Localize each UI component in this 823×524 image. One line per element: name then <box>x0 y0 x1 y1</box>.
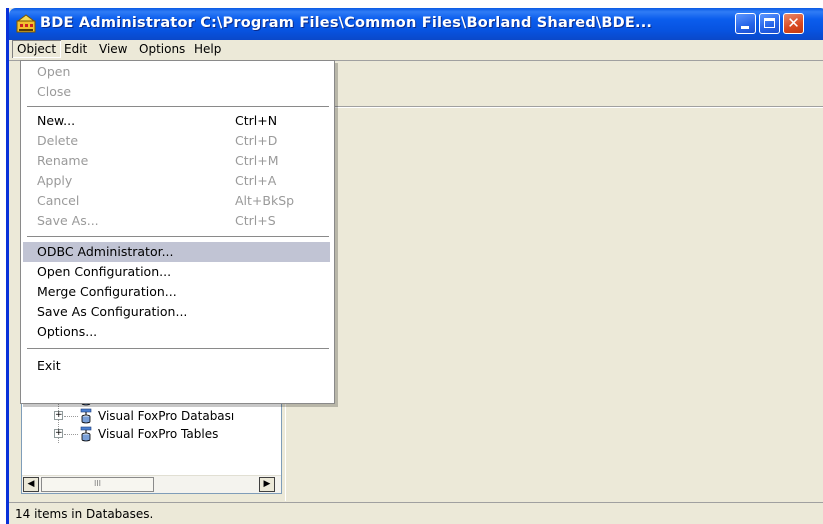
window-title: BDE Administrator C:\Program Files\Commo… <box>40 15 653 31</box>
database-alias-icon <box>80 426 92 442</box>
menu-item-label: Close <box>37 84 72 99</box>
menu-item-odbc-administrator[interactable]: ODBC Administrator... <box>23 242 330 262</box>
definition-panel <box>285 121 823 501</box>
menu-item-shortcut: Ctrl+S <box>235 213 276 228</box>
tree-item-visual-foxpro-database[interactable]: + Visual FoxPro Databası <box>22 407 281 425</box>
menu-item-apply[interactable]: Apply Ctrl+A <box>23 171 330 191</box>
bde-app-icon <box>16 14 36 33</box>
menu-item-label: Open <box>37 64 71 79</box>
menu-item-label: Delete <box>37 133 79 148</box>
menu-item-label: Save As... <box>37 213 99 228</box>
menu-item-exit[interactable]: Exit <box>23 356 330 376</box>
maximize-button[interactable] <box>759 13 780 34</box>
menu-item-close[interactable]: Close <box>23 82 330 102</box>
menu-item-shortcut: Ctrl+N <box>235 113 278 128</box>
menu-item-label: ODBC Administrator... <box>37 244 174 259</box>
status-text: 14 items in Databases. <box>15 507 154 521</box>
menu-item-merge-configuration[interactable]: Merge Configuration... <box>23 282 330 302</box>
menu-separator <box>27 348 329 349</box>
close-icon: ✕ <box>787 14 800 32</box>
menu-item-shortcut: Ctrl+D <box>235 133 278 148</box>
menu-help[interactable]: Help <box>189 40 226 58</box>
database-alias-icon <box>80 408 92 424</box>
close-button[interactable]: ✕ <box>783 13 804 34</box>
horizontal-scrollbar[interactable]: ◀ III ▶ <box>22 475 281 493</box>
object-menu-dropdown: Open Close New... Ctrl+N Delete Ctrl+D R… <box>20 60 335 404</box>
menu-item-shortcut: Alt+BkSp <box>235 193 295 208</box>
bde-administrator-window: BDE Administrator C:\Program Files\Commo… <box>6 8 823 524</box>
menu-separator <box>27 106 329 107</box>
tree-item-visual-foxpro-tables[interactable]: + Visual FoxPro Tables <box>22 425 281 443</box>
menu-item-label: Open Configuration... <box>37 264 172 279</box>
menu-item-cancel[interactable]: Cancel Alt+BkSp <box>23 191 330 211</box>
minimize-button[interactable] <box>735 13 756 34</box>
menu-item-shortcut: Ctrl+A <box>235 173 277 188</box>
scroll-right-button[interactable]: ▶ <box>259 477 275 492</box>
menu-item-new[interactable]: New... Ctrl+N <box>23 111 330 131</box>
menu-item-label: New... <box>37 113 76 128</box>
menu-item-delete[interactable]: Delete Ctrl+D <box>23 131 330 151</box>
tree-connector <box>64 434 78 435</box>
menu-options[interactable]: Options <box>134 40 190 58</box>
status-bar: 14 items in Databases. <box>9 502 823 524</box>
tree-item-label: Visual FoxPro Databası <box>98 409 235 423</box>
menu-item-label: Rename <box>37 153 89 168</box>
menu-item-rename[interactable]: Rename Ctrl+M <box>23 151 330 171</box>
menu-object[interactable]: Object <box>12 40 62 58</box>
menu-item-label: Cancel <box>37 193 80 208</box>
menu-item-save-as[interactable]: Save As... Ctrl+S <box>23 211 330 231</box>
scroll-left-button[interactable]: ◀ <box>23 477 39 492</box>
menu-item-label: Merge Configuration... <box>37 284 177 299</box>
menu-separator <box>27 236 329 237</box>
expand-plus-icon[interactable]: + <box>54 411 63 420</box>
tree-item-label: Visual FoxPro Tables <box>98 427 219 441</box>
menu-item-shortcut: Ctrl+M <box>235 153 279 168</box>
toolbar-divider-highlight <box>329 107 823 108</box>
menu-item-open[interactable]: Open <box>23 62 330 82</box>
menu-item-label: Save As Configuration... <box>37 304 188 319</box>
menu-edit[interactable]: Edit <box>59 40 92 58</box>
menu-view[interactable]: View <box>94 40 132 58</box>
menu-item-options[interactable]: Options... <box>23 322 330 342</box>
menu-item-label: Exit <box>37 358 61 373</box>
scroll-thumb[interactable]: III <box>41 477 154 492</box>
expand-plus-icon[interactable]: + <box>54 429 63 438</box>
menu-item-label: Options... <box>37 324 98 339</box>
menu-item-label: Apply <box>37 173 73 188</box>
menu-item-open-configuration[interactable]: Open Configuration... <box>23 262 330 282</box>
minimize-icon <box>741 26 749 29</box>
maximize-icon <box>764 18 775 28</box>
menu-bar: Object Edit View Options Help <box>9 40 823 58</box>
title-bar[interactable]: BDE Administrator C:\Program Files\Commo… <box>9 8 823 40</box>
menu-item-save-as-configuration[interactable]: Save As Configuration... <box>23 302 330 322</box>
tree-connector <box>64 416 78 417</box>
